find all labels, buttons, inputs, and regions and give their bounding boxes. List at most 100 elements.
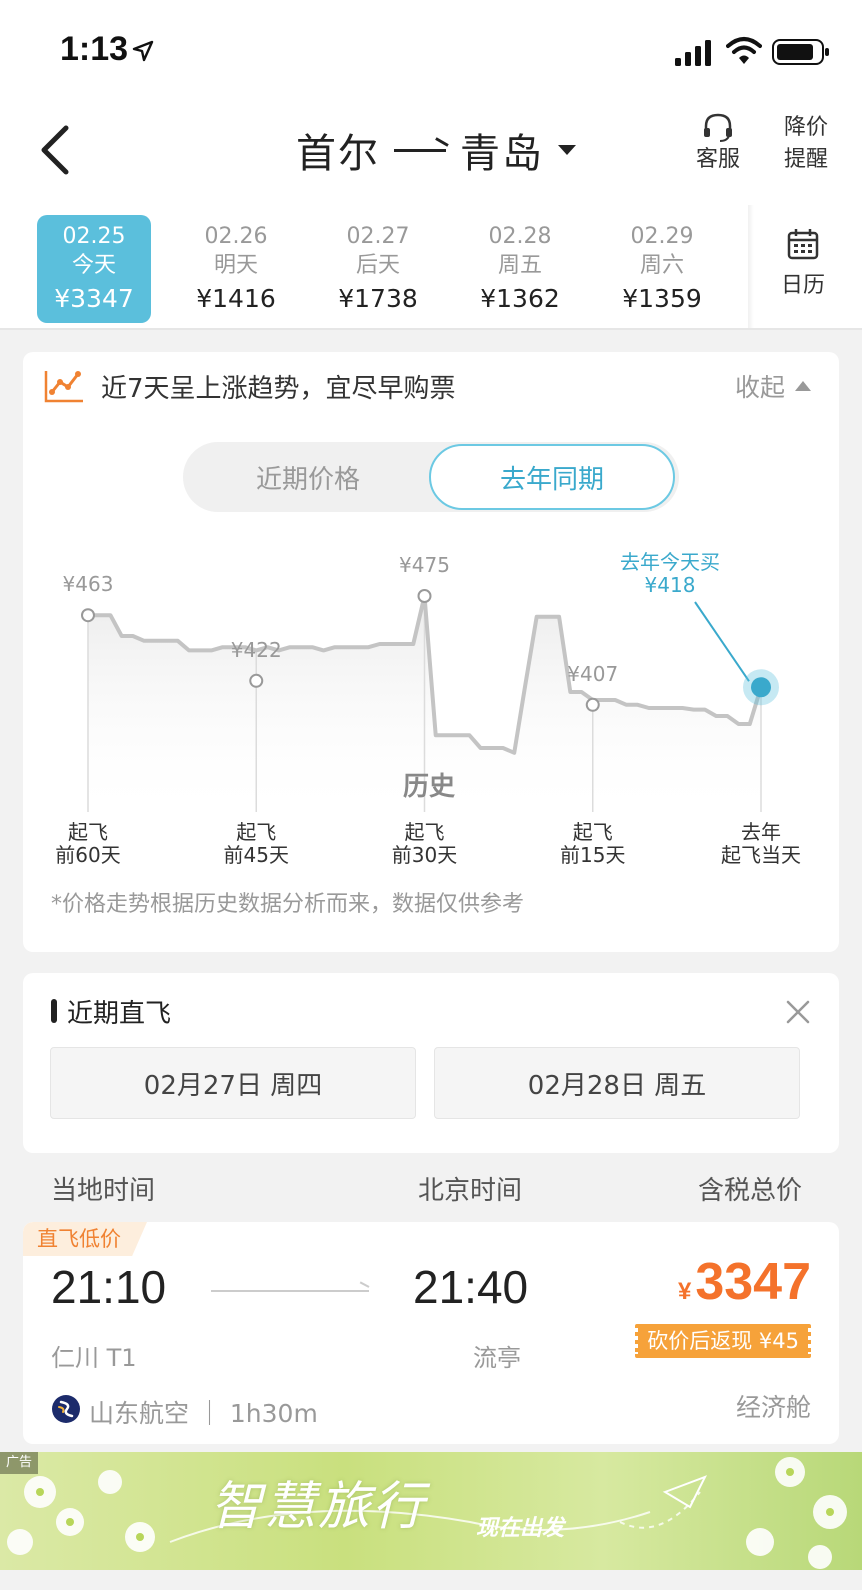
route-selector[interactable]: 首尔 青岛 <box>296 122 576 178</box>
date-tab-date: 02.27 <box>346 224 410 249</box>
price-alert-label-1: 降价 <box>783 115 828 140</box>
calendar-divider <box>748 205 754 328</box>
tab-recent-price[interactable]: 近期价格 <box>185 444 431 510</box>
customer-service-button[interactable]: 客服 <box>690 112 746 176</box>
chart-point-label: ¥463 <box>63 572 114 596</box>
flight-price: ¥3347 <box>678 1252 811 1312</box>
ad-label: 广告 <box>0 1452 39 1474</box>
price-value: 3347 <box>695 1253 811 1311</box>
price-trend-card: 近7天呈上涨趋势，宜尽早购票 收起 近期价格 去年同期 历史 ¥463 ¥422 ¥… <box>23 352 839 952</box>
history-label: 历史 <box>403 772 456 802</box>
section-marker <box>51 999 57 1023</box>
calendar-label: 日历 <box>780 273 825 298</box>
ad-title: 智慧旅行 <box>210 1477 427 1537</box>
trend-chart-icon <box>44 371 83 403</box>
destination-city: 青岛 <box>460 131 544 177</box>
chart-highlight-point <box>751 677 771 698</box>
x-tick-label-line1: 起飞 <box>405 820 445 844</box>
trend-segment-control: 近期价格 去年同期 <box>183 442 679 512</box>
x-tick-label-line2: 前15天 <box>560 843 625 867</box>
recent-direct-title: 近期直飞 <box>67 999 172 1029</box>
date-tab-day: 今天 <box>71 253 116 278</box>
caret-up-icon <box>795 381 811 391</box>
collapse-label: 收起 <box>734 373 785 402</box>
status-bar: 1:13 <box>0 0 862 100</box>
price-currency: ¥ <box>677 1278 692 1305</box>
headset-icon <box>704 113 732 142</box>
callout-text: 去年今天买 <box>620 550 720 574</box>
date-tab-date: 02.26 <box>204 224 268 249</box>
date-tab-3[interactable]: 02.28 周五 ¥1362 <box>463 215 577 323</box>
date-tab-0[interactable]: 02.25 今天 ¥3347 <box>37 215 151 323</box>
price-history-chart: 历史 ¥463¥422¥475¥407去年今天买¥418起飞前60天起飞前45天… <box>55 550 801 867</box>
chart-point-label: ¥475 <box>399 553 450 577</box>
back-arrow-icon[interactable] <box>36 120 76 180</box>
callout-price: ¥418 <box>645 573 696 597</box>
column-local-time: 当地时间 <box>51 1176 156 1206</box>
date-tab-price: ¥3347 <box>54 284 134 313</box>
ad-banner[interactable]: 广告 智慧旅行 现在出发 <box>0 1452 862 1570</box>
callout-line <box>694 601 750 682</box>
trend-title: 近7天呈上涨趋势，宜尽早购票 <box>101 374 456 404</box>
battery-icon <box>772 39 829 65</box>
chart-disclaimer: *价格走势根据历史数据分析而来，数据仅供参考 <box>51 892 525 917</box>
date-tab-price: ¥1738 <box>338 284 418 313</box>
date-tab-4[interactable]: 02.29 周六 ¥1359 <box>605 215 719 323</box>
location-arrow-icon <box>132 40 154 62</box>
caret-down-icon <box>558 145 576 155</box>
x-tick-label-line1: 起飞 <box>236 820 276 844</box>
direct-date-button-1[interactable]: 02月28日 周五 <box>434 1047 800 1119</box>
date-tab-day: 周六 <box>639 253 684 278</box>
date-tab-1[interactable]: 02.26 明天 ¥1416 <box>179 215 293 323</box>
direct-date-button-0[interactable]: 02月27日 周四 <box>50 1047 416 1119</box>
departure-airport: 仁川 T1 <box>51 1344 137 1372</box>
collapse-button[interactable]: 收起 <box>735 368 811 404</box>
chart-point <box>81 608 95 623</box>
blossom-decoration-icon <box>7 1457 847 1569</box>
calendar-button[interactable]: 日历 <box>768 227 838 299</box>
chart-point <box>417 589 432 603</box>
route-arrow-icon <box>394 148 446 152</box>
date-tab-price: ¥1416 <box>196 284 276 313</box>
chart-point-label: ¥407 <box>567 662 618 686</box>
price-alert-label-2: 提醒 <box>783 147 828 172</box>
flight-arrow-icon <box>211 1290 369 1292</box>
tab-last-year[interactable]: 去年同期 <box>429 444 675 510</box>
date-strip: 02.25 今天 ¥3347 02.26 明天 ¥1416 02.27 后天 ¥… <box>0 205 862 330</box>
cashback-badge: 砍价后返现 ¥45 <box>632 1324 814 1358</box>
date-tab-day: 周五 <box>497 253 542 278</box>
column-total-price: 含税总价 <box>698 1176 803 1206</box>
nav-header: 首尔 青岛 客服 降价 提醒 <box>0 100 862 205</box>
date-tab-price: ¥1362 <box>480 284 560 313</box>
wifi-icon <box>726 37 762 64</box>
calendar-icon <box>787 229 819 260</box>
recent-direct-card: 近期直飞 02月27日 周四 02月28日 周五 <box>23 973 839 1153</box>
x-tick-label-line1: 起飞 <box>573 820 613 844</box>
airline-info: 山东航空 ｜ 1h30m <box>89 1399 318 1428</box>
close-icon[interactable] <box>783 997 813 1027</box>
departure-time: 21:10 <box>51 1261 167 1313</box>
x-tick-label-line2: 起飞当天 <box>721 843 801 867</box>
x-tick-label-line1: 起飞 <box>68 820 108 844</box>
arrival-time: 21:40 <box>413 1261 529 1313</box>
column-beijing-time: 北京时间 <box>418 1176 523 1206</box>
cellular-signal-icon <box>675 40 711 66</box>
date-tab-day: 后天 <box>355 253 400 278</box>
arrival-airport: 流亭 <box>473 1344 521 1372</box>
origin-city: 首尔 <box>296 131 380 177</box>
x-tick-label-line2: 前60天 <box>55 843 120 867</box>
x-tick-label-line2: 前45天 <box>224 843 289 867</box>
direct-low-price-tag: 直飞低价 <box>23 1222 147 1256</box>
chart-point-label: ¥422 <box>231 638 282 662</box>
flight-card[interactable]: 直飞低价 21:10 21:40 仁川 T1 流亭 ¥3347 砍价后返现 ¥4… <box>23 1222 839 1444</box>
customer-service-label: 客服 <box>695 147 740 172</box>
date-tab-date: 02.28 <box>488 224 552 249</box>
date-tab-2[interactable]: 02.27 后天 ¥1738 <box>321 215 435 323</box>
price-alert-button[interactable]: 降价 提醒 <box>778 112 834 176</box>
date-tab-date: 02.29 <box>630 224 694 249</box>
ad-subtitle: 现在出发 <box>476 1516 565 1541</box>
date-tab-date: 02.25 <box>62 224 126 249</box>
status-time: 1:13 <box>60 30 129 68</box>
airline-logo-icon <box>52 1395 80 1423</box>
date-tab-price: ¥1359 <box>622 284 702 313</box>
